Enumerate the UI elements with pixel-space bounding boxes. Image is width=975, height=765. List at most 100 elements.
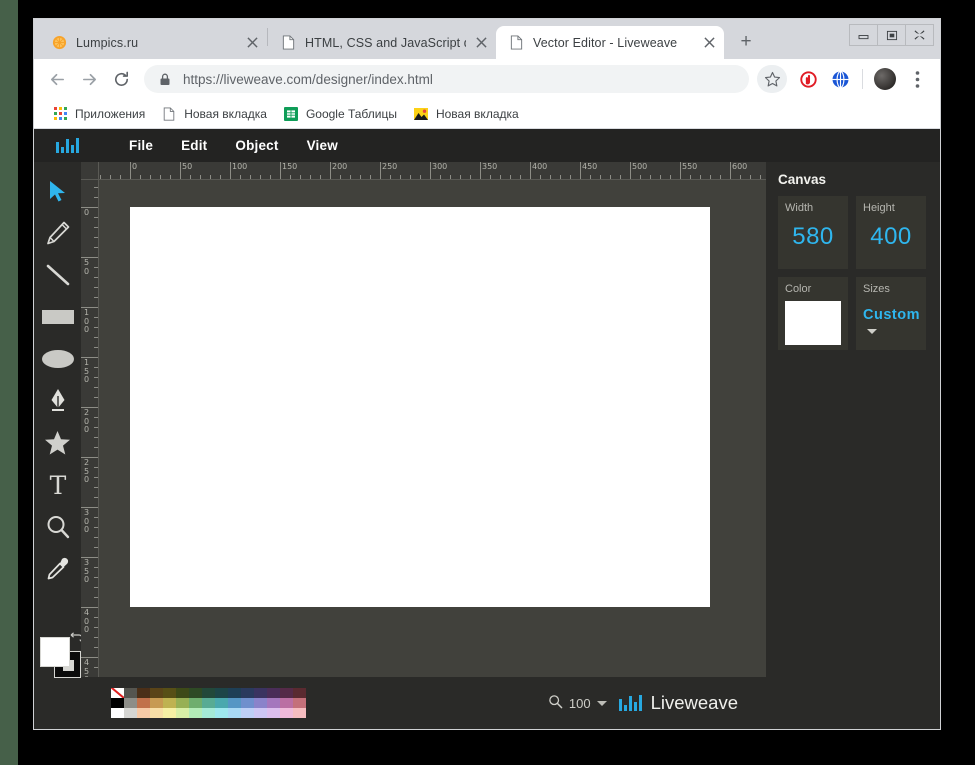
palette-swatch[interactable] [215,688,228,698]
palette-swatch[interactable] [176,688,189,698]
palette-swatch[interactable] [254,698,267,708]
menu-file[interactable]: File [115,138,167,153]
palette-swatch[interactable] [293,708,306,718]
canvas-width-field[interactable]: Width 580 [778,196,848,269]
bookmark-new-tab-2[interactable]: Новая вкладка [405,103,527,125]
palette-swatch[interactable] [150,698,163,708]
palette-swatch[interactable] [241,688,254,698]
palette-swatch[interactable] [267,688,280,698]
fill-color-swatch[interactable] [40,637,70,667]
palette-column[interactable] [111,688,124,718]
close-icon[interactable] [243,34,261,52]
three-dot-menu-icon[interactable] [902,64,932,94]
workspace[interactable] [99,180,766,690]
artboard-canvas[interactable] [130,207,710,607]
palette-swatch[interactable] [202,708,215,718]
palette-column[interactable] [202,688,215,718]
palette-swatch[interactable] [228,698,241,708]
palette-swatch[interactable] [254,688,267,698]
palette-column[interactable] [241,688,254,718]
chevron-down-icon[interactable] [867,329,877,334]
bookmark-star-button[interactable] [757,65,787,93]
color-palette[interactable] [111,688,306,718]
palette-swatch[interactable] [228,708,241,718]
palette-swatch[interactable] [280,688,293,698]
palette-swatch[interactable] [293,688,306,698]
pencil-tool[interactable] [38,212,78,254]
palette-column[interactable] [215,688,228,718]
palette-swatch[interactable] [137,708,150,718]
canvas-color-field[interactable]: Color [778,277,848,350]
menu-edit[interactable]: Edit [167,138,221,153]
palette-swatch[interactable] [215,708,228,718]
bookmark-apps[interactable]: Приложения [44,103,153,125]
reload-icon[interactable] [106,64,136,94]
palette-swatch[interactable] [202,698,215,708]
palette-column[interactable] [267,688,280,718]
palette-swatch[interactable] [137,698,150,708]
palette-swatch[interactable] [124,708,137,718]
palette-swatch[interactable] [228,688,241,698]
palette-swatch[interactable] [176,698,189,708]
palette-swatch[interactable] [124,698,137,708]
magnifier-tool[interactable] [38,506,78,548]
browser-tab-3[interactable]: Vector Editor - Liveweave [496,26,724,59]
palette-swatch[interactable] [111,698,124,708]
palette-column[interactable] [137,688,150,718]
palette-swatch[interactable] [280,708,293,718]
horizontal-ruler[interactable]: 050100150200250300350400450500550600 [99,162,766,180]
palette-swatch[interactable] [254,708,267,718]
palette-column[interactable] [280,688,293,718]
browser-tab-2[interactable]: HTML, CSS and JavaScript demo [268,26,496,59]
palette-column[interactable] [189,688,202,718]
palette-swatch[interactable] [280,698,293,708]
avatar[interactable] [874,68,896,90]
palette-swatch[interactable] [137,688,150,698]
forward-arrow-icon[interactable] [74,64,104,94]
palette-swatch[interactable] [163,708,176,718]
maximize-button[interactable] [877,24,906,46]
palette-swatch[interactable] [189,708,202,718]
bookmark-google-sheets[interactable]: Google Таблицы [275,103,405,125]
back-arrow-icon[interactable] [42,64,72,94]
vertical-ruler[interactable]: 050100150200250300350400450 [81,180,99,729]
menu-view[interactable]: View [293,138,352,153]
palette-swatch[interactable] [241,708,254,718]
canvas-color-swatch[interactable] [785,301,841,345]
select-tool[interactable] [38,170,78,212]
bookmark-new-tab-1[interactable]: Новая вкладка [153,103,275,125]
palette-no-color-swatch[interactable] [111,688,124,698]
pen-nib-tool[interactable] [38,380,78,422]
palette-swatch[interactable] [163,698,176,708]
palette-swatch[interactable] [189,698,202,708]
palette-swatch[interactable] [189,688,202,698]
palette-swatch[interactable] [150,708,163,718]
chevron-down-icon[interactable] [597,701,607,706]
palette-swatch[interactable] [150,688,163,698]
canvas-sizes-field[interactable]: Sizes Custom [856,277,926,350]
palette-swatch[interactable] [241,698,254,708]
new-tab-button[interactable]: + [732,28,760,56]
palette-swatch[interactable] [267,708,280,718]
palette-column[interactable] [228,688,241,718]
text-tool[interactable]: T [38,464,78,506]
menu-object[interactable]: Object [221,138,292,153]
palette-column[interactable] [124,688,137,718]
palette-swatch[interactable] [215,698,228,708]
line-tool[interactable] [38,254,78,296]
close-button[interactable] [905,24,934,46]
browser-tab-1[interactable]: Lumpics.ru [39,26,267,59]
palette-swatch[interactable] [111,708,124,718]
adblock-icon[interactable] [793,64,823,94]
ellipse-tool[interactable] [38,338,78,380]
rectangle-tool[interactable] [38,296,78,338]
close-icon[interactable] [472,34,490,52]
palette-column[interactable] [293,688,306,718]
close-icon[interactable] [700,34,718,52]
palette-swatch[interactable] [267,698,280,708]
palette-column[interactable] [254,688,267,718]
palette-column[interactable] [176,688,189,718]
palette-swatch[interactable] [124,688,137,698]
address-bar[interactable]: https://liveweave.com/designer/index.htm… [144,65,749,93]
globe-icon[interactable] [825,64,855,94]
